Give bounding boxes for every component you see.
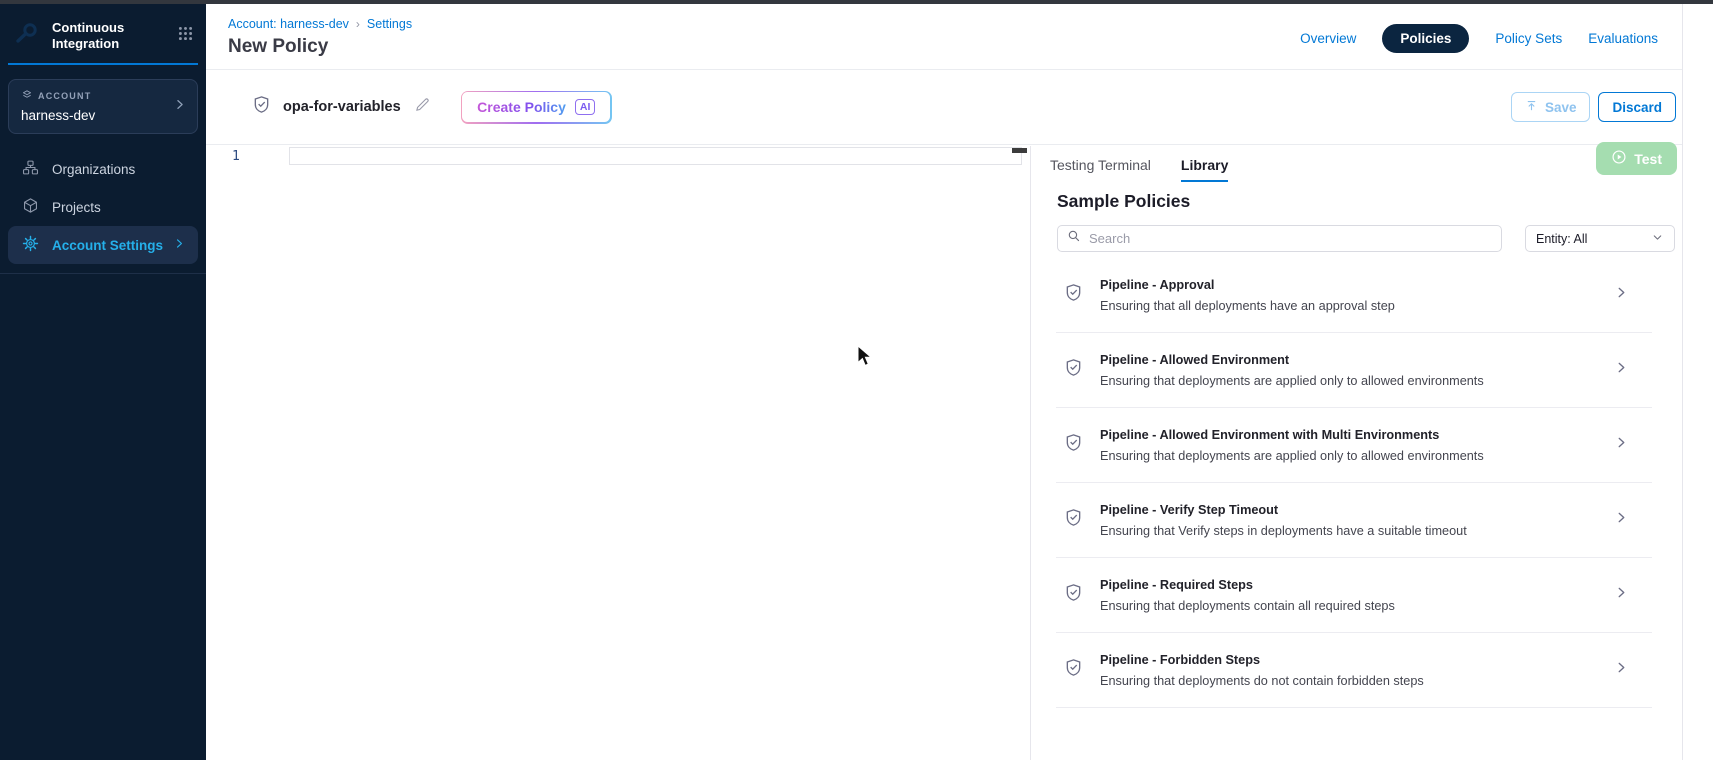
policy-description: Ensuring that deployments are applied on… [1100,449,1484,463]
ai-badge: AI [575,99,596,115]
sidebar-item-label: Organizations [52,162,135,177]
search-box [1057,225,1502,252]
entity-filter-value: Entity: All [1536,232,1587,246]
library-controls: Entity: All [1057,225,1682,252]
policy-description: Ensuring that Verify steps in deployment… [1100,524,1467,538]
product-title: Continuous Integration [52,20,144,51]
sidebar-item-label: Account Settings [52,238,163,253]
org-chart-icon [22,159,39,179]
policy-description: Ensuring that deployments contain all re… [1100,599,1395,613]
tab-policies[interactable]: Policies [1382,24,1469,53]
tab-evaluations[interactable]: Evaluations [1588,31,1658,46]
shield-check-icon [1064,508,1083,532]
tab-testing-terminal[interactable]: Testing Terminal [1050,157,1151,182]
sidebar-item-projects[interactable]: Projects [8,188,198,226]
tab-overview[interactable]: Overview [1300,31,1356,46]
discard-label: Discard [1612,100,1662,115]
mouse-cursor [857,345,873,372]
search-input[interactable] [1089,231,1492,246]
list-item-pipeline-required-steps[interactable]: Pipeline - Required Steps Ensuring that … [1056,558,1652,633]
list-item-pipeline-forbidden-steps[interactable]: Pipeline - Forbidden Steps Ensuring that… [1056,633,1652,708]
account-scope-label: ACCOUNT [38,91,91,101]
cube-icon [22,197,39,217]
policy-title: Pipeline - Forbidden Steps [1100,653,1424,667]
shield-check-icon [1064,658,1083,682]
discard-button[interactable]: Discard [1598,92,1676,122]
policy-title: Pipeline - Allowed Environment with Mult… [1100,428,1484,442]
policy-title: Pipeline - Approval [1100,278,1395,292]
account-name: harness-dev [21,108,185,123]
layers-icon [21,89,33,103]
chevron-right-icon [1614,510,1629,530]
chevron-down-icon [1651,231,1664,247]
shield-check-icon [1064,358,1083,382]
chevron-right-icon [1614,660,1629,680]
tab-policy-sets[interactable]: Policy Sets [1495,31,1562,46]
sidebar: Continuous Integration ACCOUNT harness-d… [0,4,206,760]
edit-name-pencil-icon[interactable] [414,96,431,118]
list-item-pipeline-allowed-environment[interactable]: Pipeline - Allowed Environment Ensuring … [1056,333,1652,408]
create-policy-label: Create Policy [477,99,566,115]
editor-line-number: 1 [232,149,240,164]
save-label: Save [1545,100,1577,115]
library-panel: Testing Terminal Library Test Sample Pol… [1030,146,1682,760]
shield-check-icon [1064,583,1083,607]
right-rail [1682,4,1713,760]
sidebar-divider [0,273,206,274]
policy-description: Ensuring that deployments do not contain… [1100,674,1424,688]
policy-shield-icon [252,95,271,119]
workspace: 1 Testing Terminal Library Test Sample P… [206,146,1682,760]
policy-description: Ensuring that all deployments have an ap… [1100,299,1395,313]
minimap-slider[interactable] [1012,148,1027,153]
sample-policy-list: Pipeline - Approval Ensuring that all de… [1056,258,1652,708]
sidebar-item-organizations[interactable]: Organizations [8,150,198,188]
policy-toolbar: opa-for-variables Create Policy AI Save … [206,70,1682,145]
sample-policies-heading: Sample Policies [1057,191,1682,212]
page-header: Account: harness-dev›Settings New Policy… [206,4,1682,70]
play-circle-icon [1611,149,1627,168]
policy-code-editor[interactable]: 1 [206,146,1030,760]
create-policy-ai-button[interactable]: Create Policy AI [461,91,612,124]
harness-logo[interactable] [12,18,42,53]
upload-icon [1525,99,1538,115]
module-accent-underline [8,63,198,65]
list-item-pipeline-approval[interactable]: Pipeline - Approval Ensuring that all de… [1056,258,1652,333]
chevron-right-icon [173,97,187,116]
chevron-right-icon [1614,360,1629,380]
breadcrumb-account-link[interactable]: Account: harness-dev [228,17,349,31]
test-label: Test [1634,151,1662,167]
chevron-right-icon [173,237,186,253]
test-button[interactable]: Test [1596,142,1677,175]
search-icon [1067,229,1081,248]
shield-check-icon [1064,433,1083,457]
chevron-right-icon [1614,585,1629,605]
header-tabs: Overview Policies Policy Sets Evaluation… [1300,24,1658,53]
chevron-right-icon [1614,435,1629,455]
list-item-pipeline-allowed-environment-multi[interactable]: Pipeline - Allowed Environment with Mult… [1056,408,1652,483]
module-grid-icon[interactable] [177,25,194,47]
breadcrumb-separator: › [356,17,360,31]
policy-description: Ensuring that deployments are applied on… [1100,374,1484,388]
policy-title: Pipeline - Verify Step Timeout [1100,503,1467,517]
entity-filter-select[interactable]: Entity: All [1525,225,1675,252]
save-button[interactable]: Save [1511,92,1591,122]
chevron-right-icon [1614,285,1629,305]
shield-check-icon [1064,283,1083,307]
main-content: Account: harness-dev›Settings New Policy… [206,4,1682,760]
sidebar-item-label: Projects [52,200,101,215]
tab-library[interactable]: Library [1181,157,1228,182]
gear-icon [22,235,39,255]
policy-title: Pipeline - Allowed Environment [1100,353,1484,367]
breadcrumb-settings-link[interactable]: Settings [367,17,412,31]
sidebar-item-account-settings[interactable]: Account Settings [8,226,198,264]
account-selector[interactable]: ACCOUNT harness-dev [8,79,198,134]
sidebar-nav: Organizations Projects Account Settings [0,150,206,264]
policy-name: opa-for-variables [283,99,401,115]
list-item-pipeline-verify-step-timeout[interactable]: Pipeline - Verify Step Timeout Ensuring … [1056,483,1652,558]
policy-title: Pipeline - Required Steps [1100,578,1395,592]
panel-tabs: Testing Terminal Library [1050,146,1682,182]
editor-current-line[interactable] [289,147,1022,165]
